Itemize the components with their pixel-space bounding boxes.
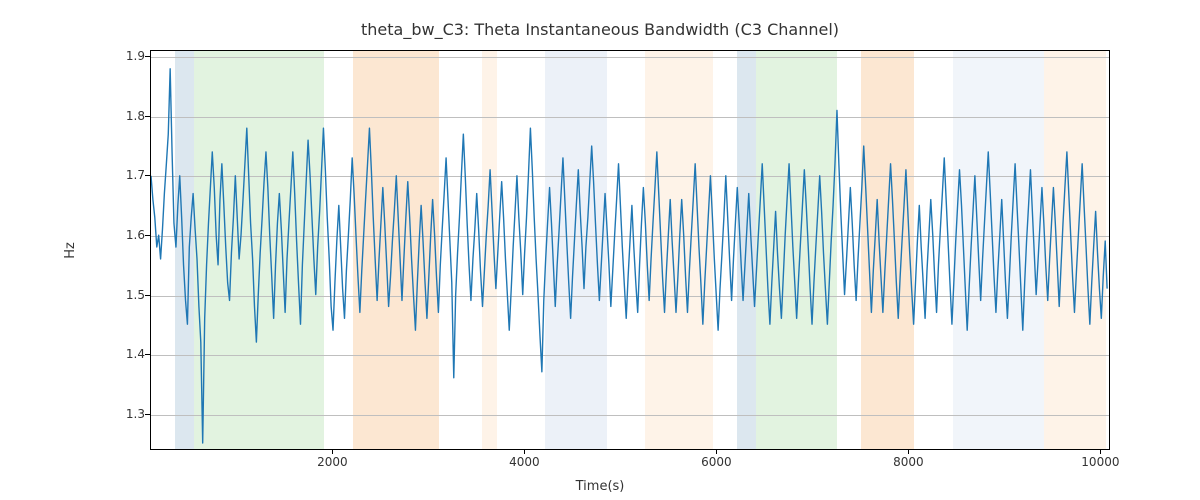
- y-axis-label: Hz: [60, 0, 80, 500]
- chart-title: theta_bw_C3: Theta Instantaneous Bandwid…: [0, 20, 1200, 39]
- figure: theta_bw_C3: Theta Instantaneous Bandwid…: [0, 0, 1200, 500]
- y-tick-label: 1.3: [95, 407, 145, 421]
- x-tick-label: 10000: [1081, 455, 1119, 469]
- x-tick-label: 8000: [893, 455, 924, 469]
- y-tick-label: 1.8: [95, 109, 145, 123]
- x-tick-label: 2000: [317, 455, 348, 469]
- y-tick-label: 1.9: [95, 49, 145, 63]
- theta-bw-c3-path: [151, 69, 1107, 443]
- x-tick-label: 4000: [509, 455, 540, 469]
- plot-area: [150, 50, 1110, 450]
- x-axis-label: Time(s): [0, 479, 1200, 494]
- y-tick-label: 1.4: [95, 347, 145, 361]
- series-line: [151, 51, 1109, 449]
- y-tick-label: 1.6: [95, 228, 145, 242]
- x-tick-label: 6000: [701, 455, 732, 469]
- y-tick-label: 1.5: [95, 288, 145, 302]
- y-tick-label: 1.7: [95, 168, 145, 182]
